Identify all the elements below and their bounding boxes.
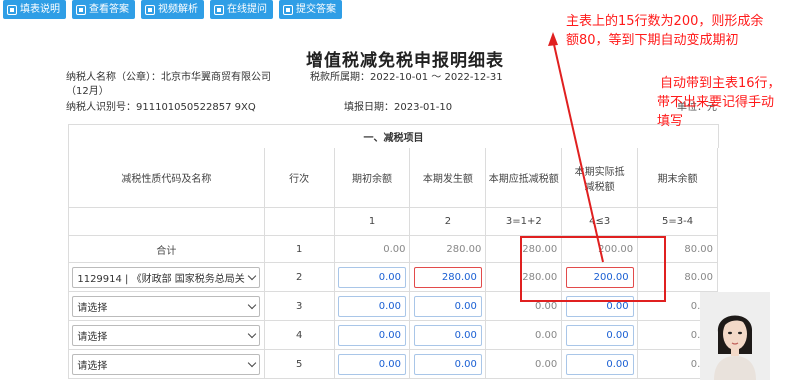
annotation-note-2-line-3: 填写 <box>657 114 684 129</box>
presenter-avatar-icon <box>700 292 770 380</box>
annotation-arrow <box>548 32 604 263</box>
annotation-note-2-line-1: 自动带到主表16行， <box>660 76 781 91</box>
annotation-note-1-line-2: 额80，等到下期自动变成期初 <box>566 33 739 48</box>
annotation-note-2-line-2: 带不出来要记得手动 <box>657 95 775 110</box>
presenter-video <box>700 292 770 380</box>
annotation-note-1-line-1: 主表上的15行数为200，则形成余 <box>566 14 764 29</box>
